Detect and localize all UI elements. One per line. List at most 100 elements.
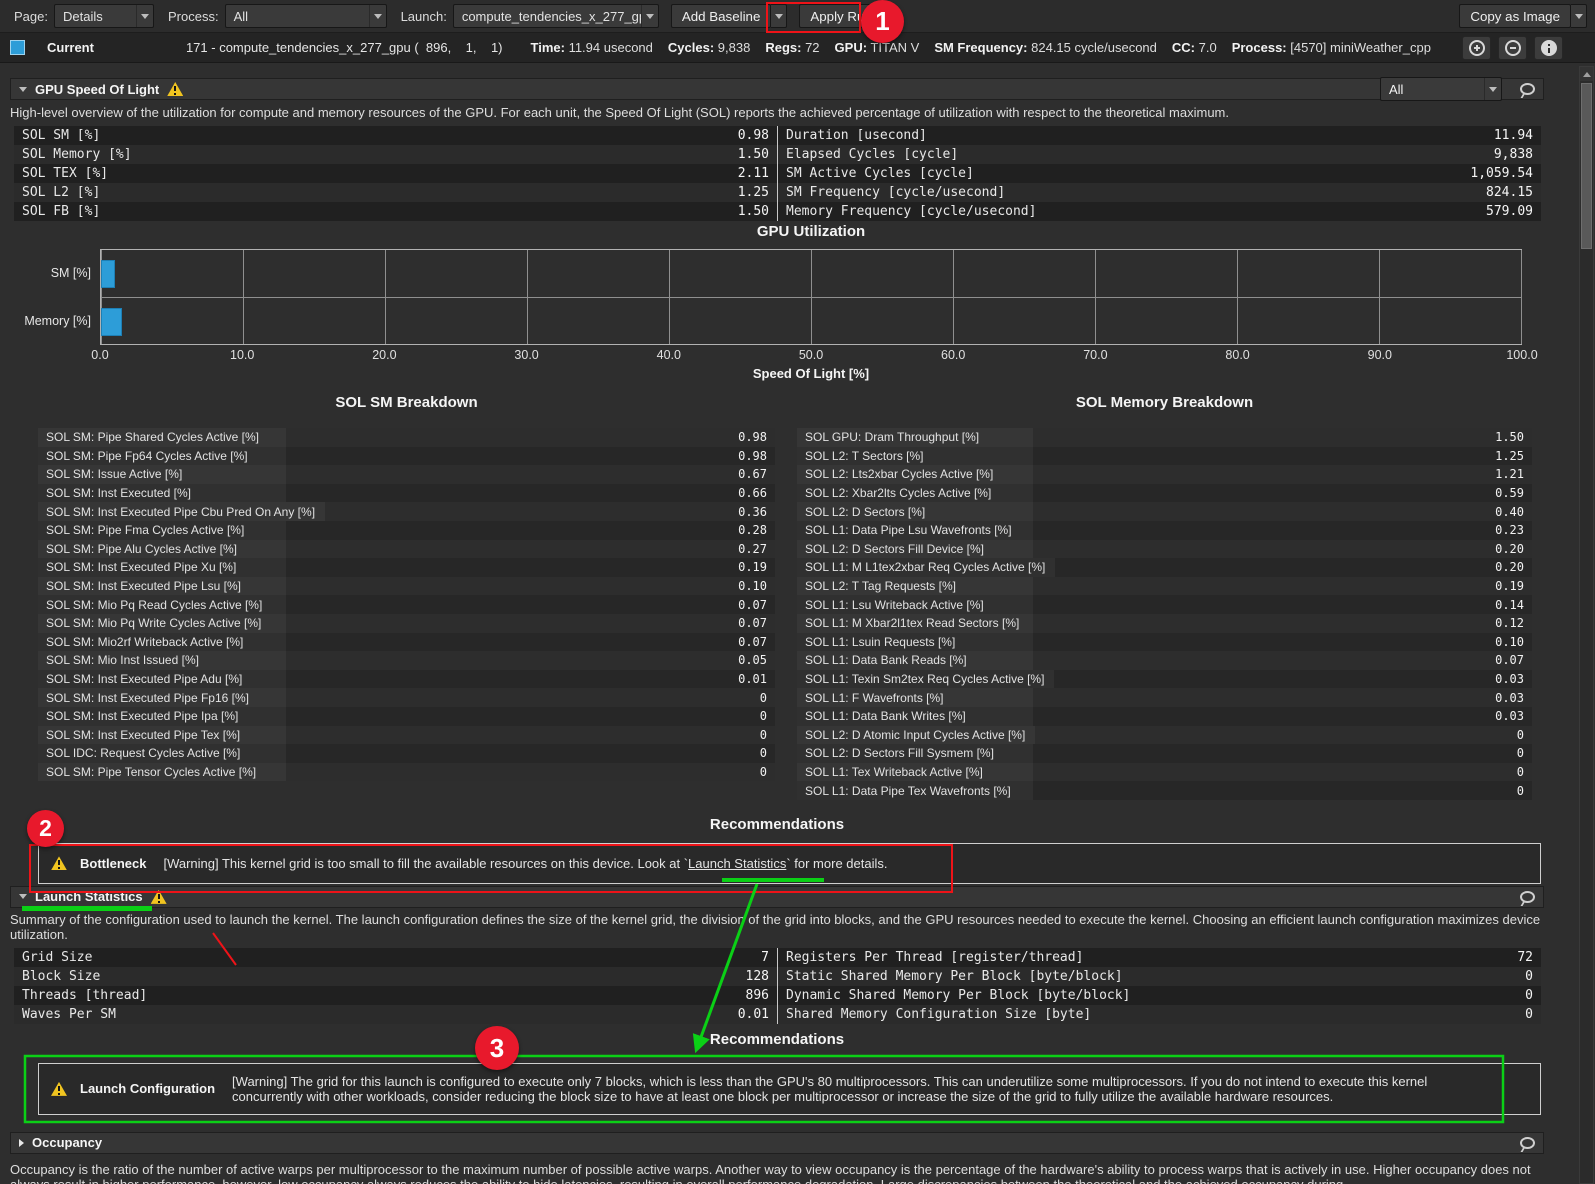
table-row[interactable]: SOL SM: Inst Executed [%]0.66 [38, 484, 775, 503]
table-row[interactable]: SOL SM: Mio Pq Write Cycles Active [%]0.… [38, 614, 775, 633]
kernel-stat: Time: 11.94 usecond [531, 40, 653, 55]
table-row[interactable]: SOL SM: Mio Inst Issued [%]0.05 [38, 651, 775, 670]
copy-as-image-menu-arrow[interactable] [1571, 4, 1587, 28]
table-row[interactable]: SOL SM: Pipe Fp64 Cycles Active [%]0.98 [38, 447, 775, 466]
collapse-expander-icon[interactable] [19, 87, 27, 92]
add-baseline-button[interactable]: Add Baseline [671, 4, 772, 28]
comment-bubble-icon[interactable] [1520, 1137, 1535, 1149]
process-dropdown[interactable]: All [225, 4, 387, 28]
chart-plot-area [100, 249, 1522, 345]
table-row[interactable]: SOL L2: D Sectors Fill Sysmem [%]0 [797, 744, 1532, 763]
table-row[interactable]: SOL SM: Mio2rf Writeback Active [%]0.07 [38, 633, 775, 652]
table-row[interactable]: SOL SM: Inst Executed Pipe Lsu [%]0.10 [38, 577, 775, 596]
sol-filter-dropdown[interactable]: All [1380, 77, 1502, 101]
sol-filter-value: All [1381, 82, 1484, 97]
table-row[interactable]: SOL SM: Pipe Fma Cycles Active [%]0.28 [38, 521, 775, 540]
table-row[interactable]: Duration [usecond]11.94 [778, 126, 1541, 145]
table-row[interactable]: SOL L1: Tex Writeback Active [%]0 [797, 763, 1532, 782]
table-row[interactable]: SOL L1: Data Bank Writes [%]0.03 [797, 707, 1532, 726]
current-label: Current [47, 40, 94, 55]
table-row[interactable]: SOL SM: Pipe Tensor Cycles Active [%]0 [38, 763, 775, 782]
table-row[interactable]: Elapsed Cycles [cycle]9,838 [778, 145, 1541, 164]
table-row[interactable]: Threads [thread]896 [14, 986, 777, 1005]
table-row[interactable]: SOL SM: Inst Executed Pipe Xu [%]0.19 [38, 558, 775, 577]
table-row[interactable]: Block Size128 [14, 967, 777, 986]
chart-bar [101, 260, 115, 288]
table-row[interactable]: SOL L2: T Tag Requests [%]0.19 [797, 577, 1532, 596]
section-header-launch-statistics[interactable]: Launch Statistics [10, 886, 1544, 908]
section-header-gpu-speed-of-light[interactable]: GPU Speed Of Light All [10, 78, 1544, 100]
table-row[interactable]: SM Active Cycles [cycle]1,059.54 [778, 164, 1541, 183]
table-row[interactable]: Memory Frequency [cycle/usecond]579.09 [778, 202, 1541, 221]
table-row[interactable]: SOL L1: Lsuin Requests [%]0.10 [797, 633, 1532, 652]
table-row[interactable]: SOL SM: Pipe Shared Cycles Active [%]0.9… [38, 428, 775, 447]
chart-title: GPU Utilization [100, 223, 1522, 243]
vertical-scrollbar[interactable] [1579, 66, 1594, 1184]
table-row[interactable]: Dynamic Shared Memory Per Block [byte/bl… [778, 986, 1541, 1005]
table-row[interactable]: SOL SM: Inst Executed Pipe Fp16 [%]0 [38, 688, 775, 707]
bottleneck-recommendation: Bottleneck [Warning] This kernel grid is… [38, 843, 1541, 884]
launch-description: Summary of the configuration used to lau… [10, 912, 1544, 942]
apply-rules-button[interactable]: Apply Rules [799, 4, 892, 28]
table-row[interactable]: SOL L2: Xbar2lts Cycles Active [%]0.59 [797, 484, 1532, 503]
sol-metric-table-left: SOL SM [%]0.98SOL Memory [%]1.50SOL TEX … [14, 126, 777, 221]
table-row[interactable]: SOL SM [%]0.98 [14, 126, 777, 145]
chart-x-tick-label: 70.0 [1083, 348, 1107, 362]
table-row[interactable]: SOL L1: Data Bank Reads [%]0.07 [797, 651, 1532, 670]
occupancy-description: Occupancy is the ratio of the number of … [10, 1162, 1544, 1184]
chart-x-tick-label: 0.0 [91, 348, 108, 362]
table-row[interactable]: SOL SM: Inst Executed Pipe Tex [%]0 [38, 726, 775, 745]
table-row[interactable]: SOL L2: D Sectors [%]0.40 [797, 502, 1532, 521]
scrollbar-up-arrow[interactable] [1580, 67, 1593, 81]
table-row[interactable]: Static Shared Memory Per Block [byte/blo… [778, 967, 1541, 986]
copy-as-image-button[interactable]: Copy as Image [1459, 4, 1571, 28]
section-header-occupancy[interactable]: Occupancy [10, 1132, 1544, 1154]
page-dropdown[interactable]: Details [54, 4, 154, 28]
add-baseline-menu-arrow[interactable] [771, 4, 787, 28]
table-row[interactable]: SOL SM: Inst Executed Pipe Cbu Pred On A… [38, 502, 775, 521]
table-row[interactable]: SOL L1: Data Pipe Lsu Wavefronts [%]0.23 [797, 521, 1532, 540]
table-row[interactable]: Grid Size7 [14, 948, 777, 967]
table-row[interactable]: SOL L1: Data Pipe Tex Wavefronts [%]0 [797, 781, 1532, 800]
table-row[interactable]: SOL FB [%]1.50 [14, 202, 777, 221]
comment-bubble-icon[interactable] [1520, 891, 1535, 903]
launch-dropdown[interactable]: compute_tendencies_x_277_gpu [453, 4, 659, 28]
table-row[interactable]: SOL L2: D Atomic Input Cycles Active [%]… [797, 726, 1532, 745]
table-row[interactable]: Waves Per SM0.01 [14, 1005, 777, 1024]
warning-icon [51, 856, 67, 870]
table-row[interactable]: SOL L2 [%]1.25 [14, 183, 777, 202]
table-row[interactable]: SOL Memory [%]1.50 [14, 145, 777, 164]
zoom-in-button[interactable] [1462, 36, 1491, 60]
table-row[interactable]: SOL L1: F Wavefronts [%]0.03 [797, 688, 1532, 707]
table-row[interactable]: Registers Per Thread [register/thread]72 [778, 948, 1541, 967]
collapse-expander-icon[interactable] [19, 894, 27, 899]
table-row[interactable]: SOL L2: T Sectors [%]1.25 [797, 447, 1532, 466]
table-row[interactable]: SOL SM: Inst Executed Pipe Ipa [%]0 [38, 707, 775, 726]
launch-statistics-link[interactable]: Launch Statistics [688, 856, 786, 871]
chart-x-tick-label: 80.0 [1225, 348, 1249, 362]
scrollbar-thumb[interactable] [1581, 83, 1592, 249]
table-row[interactable]: SOL SM: Inst Executed Pipe Adu [%]0.01 [38, 670, 775, 689]
table-row[interactable]: Shared Memory Configuration Size [byte]0 [778, 1005, 1541, 1024]
info-button[interactable] [1534, 36, 1563, 60]
table-row[interactable]: SOL IDC: Request Cycles Active [%]0 [38, 744, 775, 763]
table-row[interactable]: SOL SM: Mio Pq Read Cycles Active [%]0.0… [38, 595, 775, 614]
table-row[interactable]: SOL TEX [%]2.11 [14, 164, 777, 183]
zoom-out-button[interactable] [1498, 36, 1527, 60]
table-row[interactable]: SOL L2: D Sectors Fill Device [%]0.20 [797, 540, 1532, 559]
comment-bubble-icon[interactable] [1520, 83, 1535, 95]
table-row[interactable]: SOL L1: M L1tex2xbar Req Cycles Active [… [797, 558, 1532, 577]
table-row[interactable]: SOL GPU: Dram Throughput [%]1.50 [797, 428, 1532, 447]
table-row[interactable]: SOL L1: Texin Sm2tex Req Cycles Active [… [797, 670, 1532, 689]
table-row[interactable]: SOL SM: Pipe Alu Cycles Active [%]0.27 [38, 540, 775, 559]
table-row[interactable]: SOL L2: Lts2xbar Cycles Active [%]1.21 [797, 465, 1532, 484]
table-row[interactable]: SM Frequency [cycle/usecond]824.15 [778, 183, 1541, 202]
launch-label: Launch: [401, 9, 447, 24]
chart-x-tick-label: 90.0 [1368, 348, 1392, 362]
table-row[interactable]: SOL SM: Issue Active [%]0.67 [38, 465, 775, 484]
expand-expander-icon[interactable] [19, 1139, 24, 1147]
table-row[interactable]: SOL L1: M Xbar2l1tex Read Sectors [%]0.1… [797, 614, 1532, 633]
sol-memory-breakdown-title: SOL Memory Breakdown [775, 394, 1532, 414]
sol-metric-table: SOL SM [%]0.98SOL Memory [%]1.50SOL TEX … [14, 126, 1541, 221]
table-row[interactable]: SOL L1: Lsu Writeback Active [%]0.14 [797, 595, 1532, 614]
